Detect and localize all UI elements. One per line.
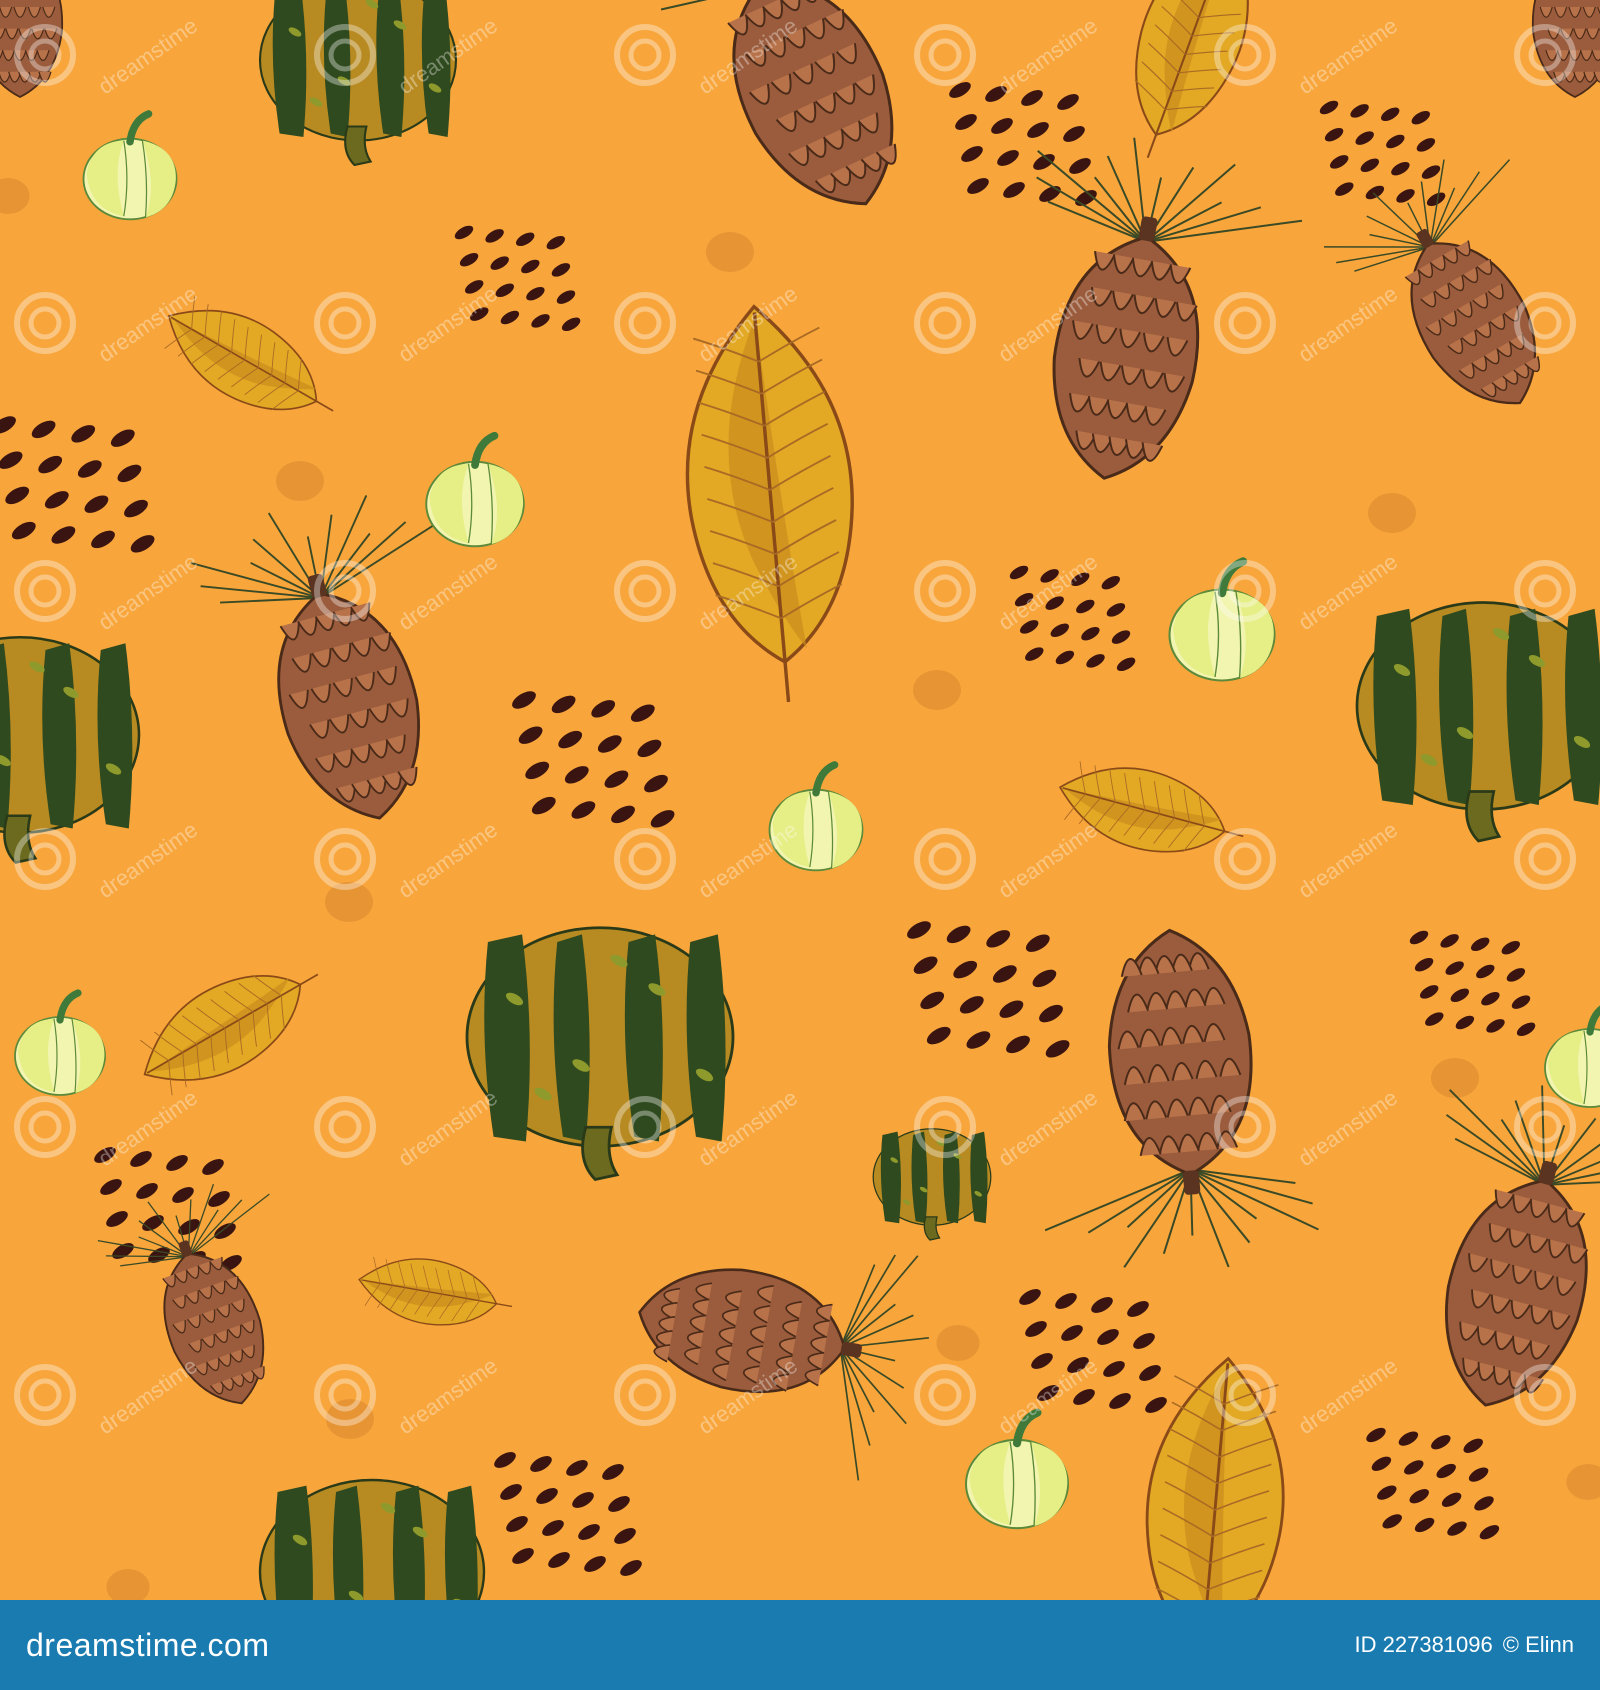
spot-illustration [936,1325,980,1361]
spot-illustration [1368,493,1416,533]
autumn-pattern-illustration: dreamstime dreamstime dreamstime dreamstime… [0,0,1600,1600]
footer-brand[interactable]: dreamstime.com [26,1627,270,1664]
author-credit: © Elinn [1502,1632,1574,1657]
footer-credit: ID 227381096 © Elinn [1355,1632,1574,1658]
image-id: ID 227381096 [1354,1632,1493,1657]
spot-illustration [1431,1058,1479,1098]
stock-footer-bar: dreamstime.com ID 227381096 © Elinn [0,1600,1600,1690]
spot-illustration [913,670,961,710]
squash-illustration [258,1478,486,1600]
spot-illustration [276,461,324,501]
image-canvas: dreamstime dreamstime dreamstime dreamstime… [0,0,1600,1690]
spot-illustration [706,232,754,272]
